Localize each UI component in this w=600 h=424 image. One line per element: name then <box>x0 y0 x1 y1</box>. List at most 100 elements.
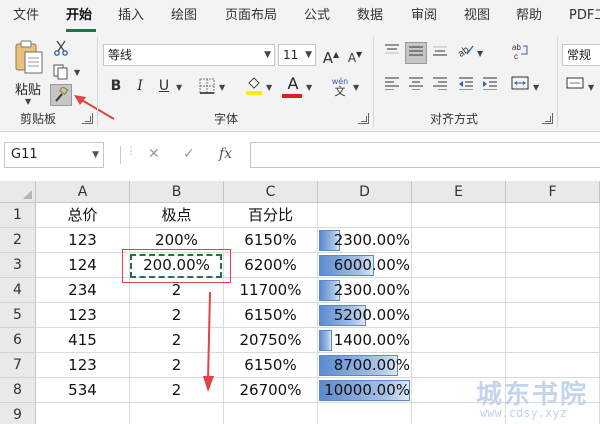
cell-e1[interactable] <box>412 203 506 228</box>
cell-b9[interactable] <box>130 403 224 424</box>
fill-color-button[interactable] <box>243 75 265 97</box>
cell-d3[interactable]: 6000.00% <box>318 253 412 278</box>
insert-function-icon[interactable]: fx <box>219 146 232 162</box>
cell-a1[interactable]: 总价 <box>36 203 130 228</box>
tab-draw[interactable]: 绘图 <box>171 0 197 33</box>
select-all-button[interactable] <box>0 181 36 203</box>
cell-c8[interactable]: 26700% <box>224 378 318 403</box>
cell-d7[interactable]: 8700.00% <box>318 353 412 378</box>
cell-c2[interactable]: 6150% <box>224 228 318 253</box>
cell-d2[interactable]: 2300.00% <box>318 228 412 253</box>
tab-formulas[interactable]: 公式 <box>304 0 330 33</box>
cell-c1[interactable]: 百分比 <box>224 203 318 228</box>
align-right-button[interactable] <box>429 75 451 97</box>
wrap-text-button[interactable]: ab c <box>509 42 531 64</box>
cell-c7[interactable]: 6150% <box>224 353 318 378</box>
column-header-d[interactable]: D <box>318 181 412 203</box>
align-bottom-button[interactable] <box>429 42 451 64</box>
column-header-e[interactable]: E <box>412 181 506 203</box>
decrease-indent-button[interactable] <box>455 75 477 97</box>
cell-a5[interactable]: 123 <box>36 303 130 328</box>
cell-c3[interactable]: 6200% <box>224 253 318 278</box>
cell-a4[interactable]: 234 <box>36 278 130 303</box>
cell-a8[interactable]: 534 <box>36 378 130 403</box>
cell-e2[interactable] <box>412 228 506 253</box>
row-header-4[interactable]: 4 <box>0 278 36 303</box>
cell-c9[interactable] <box>224 403 318 424</box>
cell-f1[interactable] <box>506 203 600 228</box>
align-middle-button[interactable] <box>405 42 427 64</box>
cell-c6[interactable]: 20750% <box>224 328 318 353</box>
cell-e4[interactable] <box>412 278 506 303</box>
tab-file[interactable]: 文件 <box>13 0 39 33</box>
italic-button[interactable]: I <box>129 75 151 97</box>
alignment-launcher-icon[interactable] <box>542 113 553 124</box>
accounting-format-button[interactable] <box>564 75 586 97</box>
borders-button[interactable] <box>196 75 218 97</box>
row-header-7[interactable]: 7 <box>0 353 36 378</box>
font-launcher-icon[interactable] <box>358 113 369 124</box>
cell-f2[interactable] <box>506 228 600 253</box>
format-painter-button[interactable] <box>50 84 72 106</box>
tab-help[interactable]: 帮助 <box>516 0 542 33</box>
cell-e3[interactable] <box>412 253 506 278</box>
font-size-select[interactable]: 11 ▼ <box>278 44 316 66</box>
formula-input[interactable] <box>250 142 600 168</box>
phonetic-guide-button[interactable]: wén 文 <box>329 74 351 97</box>
cancel-icon[interactable]: ✕ <box>148 146 160 162</box>
cell-c4[interactable]: 11700% <box>224 278 318 303</box>
cell-a3[interactable]: 124 <box>36 253 130 278</box>
decrease-font-button[interactable]: A▼ <box>344 44 366 66</box>
cell-d5[interactable]: 5200.00% <box>318 303 412 328</box>
cell-d6[interactable]: 1400.00% <box>318 328 412 353</box>
row-header-3[interactable]: 3 <box>0 253 36 278</box>
column-header-f[interactable]: F <box>506 181 600 203</box>
clipboard-launcher-icon[interactable] <box>82 113 93 124</box>
cell-f4[interactable] <box>506 278 600 303</box>
cell-e6[interactable] <box>412 328 506 353</box>
cell-f6[interactable] <box>506 328 600 353</box>
merge-center-button[interactable] <box>509 75 531 97</box>
font-color-button[interactable]: A <box>282 73 304 95</box>
enter-icon[interactable]: ✓ <box>183 146 195 162</box>
row-header-8[interactable]: 8 <box>0 378 36 403</box>
cell-d1[interactable] <box>318 203 412 228</box>
row-header-5[interactable]: 5 <box>0 303 36 328</box>
name-box[interactable]: G11 ▼ <box>4 142 104 168</box>
copy-button[interactable] <box>50 61 72 83</box>
cell-f3[interactable] <box>506 253 600 278</box>
cell-f5[interactable] <box>506 303 600 328</box>
tab-view[interactable]: 视图 <box>464 0 490 33</box>
cell-c5[interactable]: 6150% <box>224 303 318 328</box>
align-top-button[interactable] <box>381 42 403 64</box>
cell-d8[interactable]: 10000.00% <box>318 378 412 403</box>
align-left-button[interactable] <box>381 75 403 97</box>
cell-a7[interactable]: 123 <box>36 353 130 378</box>
number-format-select[interactable]: 常规 <box>562 44 600 66</box>
font-name-select[interactable]: 等线 ▼ <box>103 44 275 66</box>
cell-a2[interactable]: 123 <box>36 228 130 253</box>
increase-indent-button[interactable] <box>479 75 501 97</box>
align-center-button[interactable] <box>405 75 427 97</box>
column-header-a[interactable]: A <box>36 181 130 203</box>
bold-button[interactable]: B <box>105 75 127 97</box>
paste-button[interactable]: 粘贴 ▼ <box>12 39 46 106</box>
cell-a6[interactable]: 415 <box>36 328 130 353</box>
cut-button[interactable] <box>50 37 72 59</box>
cell-e5[interactable] <box>412 303 506 328</box>
tab-page-layout[interactable]: 页面布局 <box>225 0 277 33</box>
cell-b1[interactable]: 极点 <box>130 203 224 228</box>
column-header-c[interactable]: C <box>224 181 318 203</box>
underline-button[interactable]: U <box>153 75 175 97</box>
cell-d4[interactable]: 2300.00% <box>318 278 412 303</box>
row-header-1[interactable]: 1 <box>0 203 36 228</box>
row-header-2[interactable]: 2 <box>0 228 36 253</box>
tab-data[interactable]: 数据 <box>357 0 383 33</box>
row-header-6[interactable]: 6 <box>0 328 36 353</box>
tab-pdf-tools[interactable]: PDF工 <box>569 0 600 33</box>
row-header-9[interactable]: 9 <box>0 403 36 424</box>
column-header-b[interactable]: B <box>130 181 224 203</box>
increase-font-button[interactable]: A▲ <box>320 44 342 67</box>
cell-d9[interactable] <box>318 403 412 424</box>
cell-a9[interactable] <box>36 403 130 424</box>
